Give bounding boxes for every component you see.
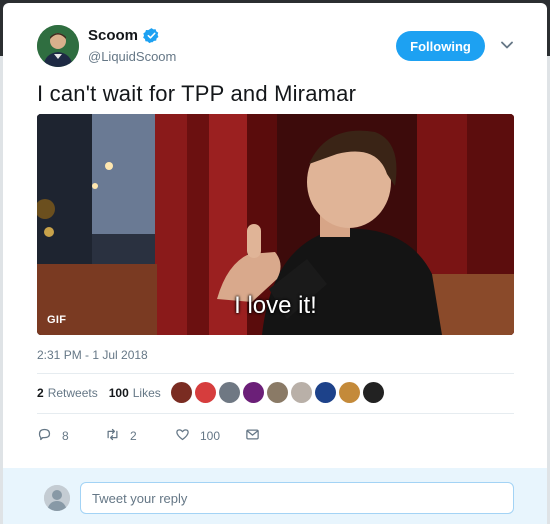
liker-avatar[interactable] <box>171 382 192 403</box>
like-action[interactable]: 100 <box>175 427 245 445</box>
retweet-count: 2 <box>130 429 137 443</box>
divider <box>37 373 514 374</box>
name-row: Scoom <box>88 27 160 44</box>
direct-message-action[interactable] <box>245 427 260 445</box>
author-handle[interactable]: @LiquidScoom <box>88 49 176 64</box>
gif-media[interactable]: GIF I love it! <box>37 114 514 335</box>
avatar-image <box>37 25 79 67</box>
engagement-stats: 2 Retweets 100 Likes <box>37 386 172 400</box>
heart-icon <box>175 427 190 445</box>
liker-avatar[interactable] <box>315 382 336 403</box>
liker-avatar[interactable] <box>243 382 264 403</box>
liker-avatar[interactable] <box>195 382 216 403</box>
like-count: 100 <box>200 429 221 443</box>
liker-avatar[interactable] <box>291 382 312 403</box>
retweets-count: 2 <box>37 386 44 400</box>
tweet-timestamp[interactable]: 2:31 PM - 1 Jul 2018 <box>37 348 148 362</box>
user-avatar <box>44 485 70 511</box>
liker-avatar[interactable] <box>339 382 360 403</box>
liker-avatar[interactable] <box>219 382 240 403</box>
retweets-label: Retweets <box>47 386 98 400</box>
gif-caption: I love it! <box>234 292 317 319</box>
tweet-card: Scoom @LiquidScoom Following I can't wai… <box>3 3 547 524</box>
retweets-stat[interactable]: 2 Retweets <box>37 386 98 400</box>
tweet-actions: 8 2 100 <box>37 427 260 445</box>
likes-label: Likes <box>132 386 161 400</box>
reply-input[interactable] <box>80 482 514 514</box>
reply-icon <box>37 427 52 445</box>
likes-stat[interactable]: 100 Likes <box>109 386 161 400</box>
following-button[interactable]: Following <box>396 31 485 61</box>
liker-avatar[interactable] <box>363 382 384 403</box>
reply-area <box>3 468 547 524</box>
verified-icon <box>143 27 160 44</box>
display-name[interactable]: Scoom <box>88 27 138 44</box>
likers-avatars <box>171 382 384 403</box>
tweet-header: Scoom @LiquidScoom Following <box>3 3 547 83</box>
author-avatar[interactable] <box>37 25 79 67</box>
retweet-icon <box>105 427 120 445</box>
tweet-text: I can't wait for TPP and Miramar <box>37 81 357 106</box>
liker-avatar[interactable] <box>267 382 288 403</box>
retweet-action[interactable]: 2 <box>105 427 175 445</box>
likes-count: 100 <box>108 386 129 400</box>
divider <box>37 413 514 414</box>
reply-count: 8 <box>62 429 69 443</box>
reply-action[interactable]: 8 <box>37 427 105 445</box>
direct-message-icon <box>245 427 260 445</box>
chevron-down-icon[interactable] <box>499 37 515 53</box>
